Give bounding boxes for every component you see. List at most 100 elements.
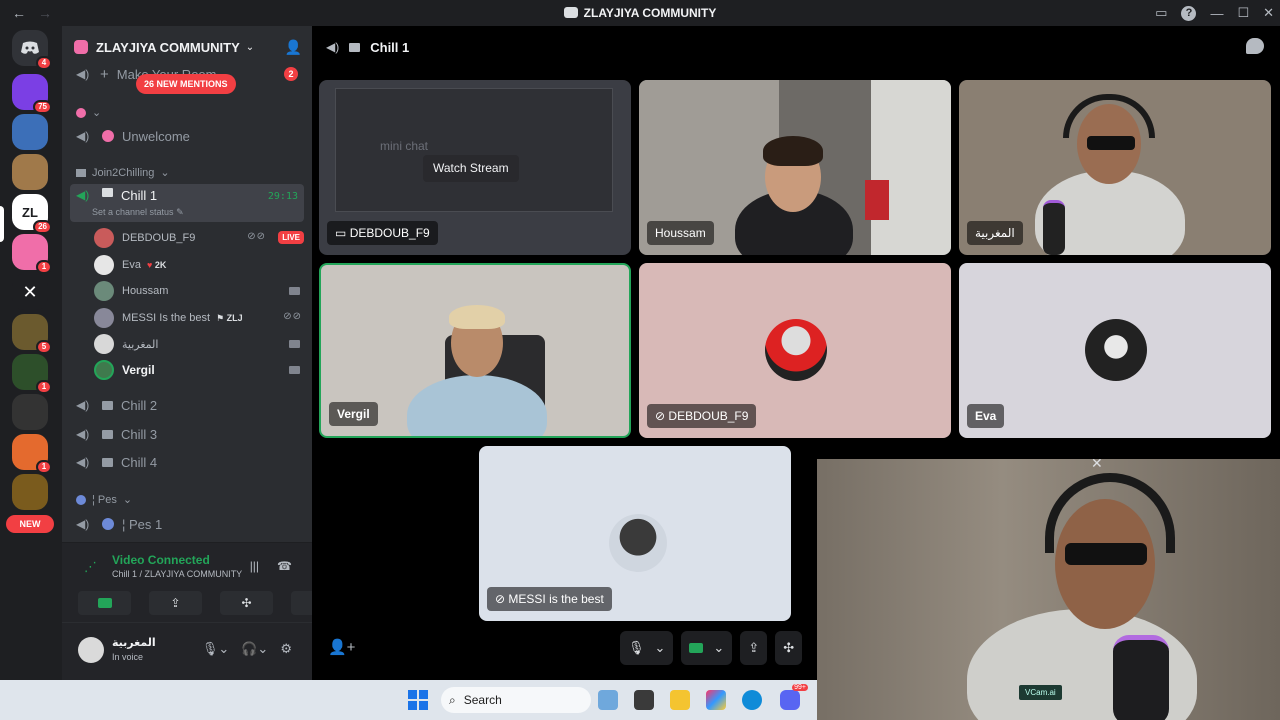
voice-status-title[interactable]: Video Connected	[112, 553, 210, 567]
chevron-down-icon[interactable]: ⌄	[713, 640, 724, 656]
category-unnamed[interactable]: ⌄	[76, 106, 101, 119]
server-icon-6[interactable]: ✕	[12, 274, 48, 310]
sunglasses	[1065, 543, 1147, 565]
camera-on-icon	[289, 287, 300, 295]
tile-label: المغربية	[967, 221, 1023, 245]
category-join2chilling[interactable]: Join2Chilling ⌄	[76, 166, 170, 179]
discord-taskbar-icon[interactable]: 99+	[780, 684, 808, 710]
voice-member[interactable]: Houssam	[94, 279, 304, 303]
unread-badge: 1	[36, 260, 52, 274]
microphone-icon[interactable]: 🎙⌄	[202, 641, 229, 657]
watch-stream-button[interactable]: Watch Stream	[423, 155, 519, 182]
back-arrow-icon[interactable]: ←	[12, 5, 26, 21]
clapper-icon	[102, 429, 113, 439]
set-channel-status[interactable]: Set a channel status ✎	[92, 207, 184, 218]
channel-name: Chill 4	[121, 454, 158, 470]
noise-suppression-icon[interactable]: |||	[250, 559, 259, 573]
avatar-tile-messi[interactable]: ⊘ MESSI is the best	[479, 446, 791, 621]
avatar	[94, 228, 114, 248]
user-avatar[interactable]	[78, 637, 104, 663]
camera-preview-overlay[interactable]: ✕ VCam.ai	[817, 459, 1280, 720]
close-overlay-icon[interactable]: ✕	[1091, 459, 1103, 472]
video-tile-maghribiya[interactable]: المغربية	[959, 80, 1271, 255]
channel-chill-3[interactable]: ◀) Chill 3	[70, 420, 304, 448]
screen-share-button[interactable]: ⇪	[740, 631, 768, 665]
avatar	[94, 334, 114, 354]
video-tile-houssam[interactable]: Houssam	[639, 80, 951, 255]
channel-chill-4[interactable]: ◀) Chill 4	[70, 448, 304, 476]
voice-member[interactable]: Eva ♥ 2K	[94, 253, 304, 277]
screen-icon: ▭	[335, 226, 347, 240]
voice-member[interactable]: المغربية	[94, 332, 304, 356]
speaker-icon: ◀)	[76, 129, 90, 143]
settings-gear-icon[interactable]: ⚙	[280, 641, 292, 657]
maximize-button[interactable]: ☐	[1237, 5, 1249, 21]
headphones-icon[interactable]: 🎧⌄	[241, 641, 268, 657]
channel-name: Chill 2	[121, 397, 158, 413]
channel-unwelcome[interactable]: ◀) Unwelcome	[70, 122, 304, 150]
inbox-icon[interactable]: ▭	[1155, 5, 1167, 21]
voice-member[interactable]: DEBDOUB_F9 ⊘⊘ LIVE	[94, 226, 304, 250]
clapper-icon	[102, 400, 113, 410]
server-icon-8[interactable]: 1	[12, 354, 52, 394]
stream-tile[interactable]: mini chat Watch Stream ▭ DEBDOUB_F9	[319, 80, 631, 255]
camera-button[interactable]: ⌄	[681, 631, 733, 665]
video-tile-vergil[interactable]: Vergil	[319, 263, 631, 438]
server-logo-icon	[563, 7, 578, 18]
discord-home-icon[interactable]: 4	[12, 30, 52, 70]
voice-member[interactable]: MESSI Is the best ⚑ ZLJ ⊘⊘	[94, 306, 304, 330]
server-icon-1[interactable]: 75	[12, 74, 52, 114]
camera-button[interactable]	[78, 591, 131, 615]
server-icon-10[interactable]: 1	[12, 434, 52, 474]
avatar-tile-debdoub[interactable]: ⊘ DEBDOUB_F9	[639, 263, 951, 438]
minimize-button[interactable]: —	[1210, 6, 1223, 21]
close-button[interactable]: ✕	[1263, 5, 1274, 21]
camera-on-icon	[289, 340, 300, 348]
server-rail: 4 75 ZL 26 1 ✕ 5 1 1 NEW	[0, 26, 62, 680]
activities-button[interactable]: ✣	[220, 591, 273, 615]
muted-deafened-icon: ⊘⊘	[283, 311, 302, 322]
voice-status-subtitle[interactable]: Chill 1 / ZLAYJIYA COMMUNITY	[112, 569, 242, 579]
edge-browser-icon[interactable]	[742, 690, 762, 710]
channel-chill-2[interactable]: ◀) Chill 2	[70, 391, 304, 419]
user-controls: 🎙⌄ 🎧⌄ ⚙	[202, 641, 292, 657]
category-pes[interactable]: ¦ Pes ⌄	[76, 493, 132, 506]
server-icon-2[interactable]	[12, 114, 48, 150]
muted-deafened-icon: ⊘⊘	[247, 231, 266, 242]
disconnect-icon[interactable]: ☎	[277, 559, 292, 573]
avatar-tile-eva[interactable]: Eva	[959, 263, 1271, 438]
new-servers-pill[interactable]: NEW	[6, 515, 54, 533]
file-explorer-icon[interactable]	[670, 690, 690, 710]
unread-badge: 1	[36, 460, 52, 474]
connection-signal-icon[interactable]: ⋰	[84, 559, 97, 575]
activities-button[interactable]: ✣	[775, 631, 803, 665]
invite-to-call-icon[interactable]: 👤+	[328, 638, 355, 656]
chevron-down-icon[interactable]: ⌄	[655, 640, 666, 656]
user-name[interactable]: المغربية	[112, 636, 156, 649]
tile-label: Houssam	[647, 221, 714, 245]
screen-share-button[interactable]: ⇪	[149, 591, 202, 615]
channel-chill-1[interactable]: ◀) Chill 1 29:13 Set a channel status ✎	[70, 184, 304, 222]
server-icon-zlayjiya[interactable]: ZL 26	[12, 194, 52, 234]
new-mentions-pill[interactable]: 26 NEW MENTIONS	[136, 74, 236, 94]
windows-start-icon[interactable]	[408, 690, 428, 710]
copilot-icon[interactable]	[706, 690, 726, 710]
channel-name: Chill 3	[121, 426, 158, 442]
chat-bubble-icon[interactable]	[1246, 38, 1264, 54]
taskbar-app-icon[interactable]	[598, 690, 618, 710]
server-icon-11[interactable]	[12, 474, 48, 510]
microphone-button[interactable]: 🎙 ⌄	[620, 631, 674, 665]
user-panel: المغربية In voice 🎙⌄ 🎧⌄ ⚙	[62, 623, 312, 680]
server-icon-7[interactable]: 5	[12, 314, 52, 354]
unread-badge: 4	[36, 56, 52, 70]
voice-member[interactable]: Vergil	[94, 358, 304, 382]
forward-arrow-icon[interactable]: →	[38, 5, 52, 21]
help-icon[interactable]: ?	[1181, 5, 1197, 21]
invite-people-icon[interactable]: 👤	[285, 39, 302, 56]
task-view-icon[interactable]	[634, 690, 654, 710]
taskbar-search[interactable]: ⌕ Search	[441, 687, 591, 713]
server-icon-5[interactable]: 1	[12, 234, 52, 274]
server-icon-9[interactable]	[12, 394, 48, 430]
channel-pes-1[interactable]: ◀) ¦ Pes 1	[70, 510, 304, 538]
server-icon-3[interactable]	[12, 154, 48, 190]
